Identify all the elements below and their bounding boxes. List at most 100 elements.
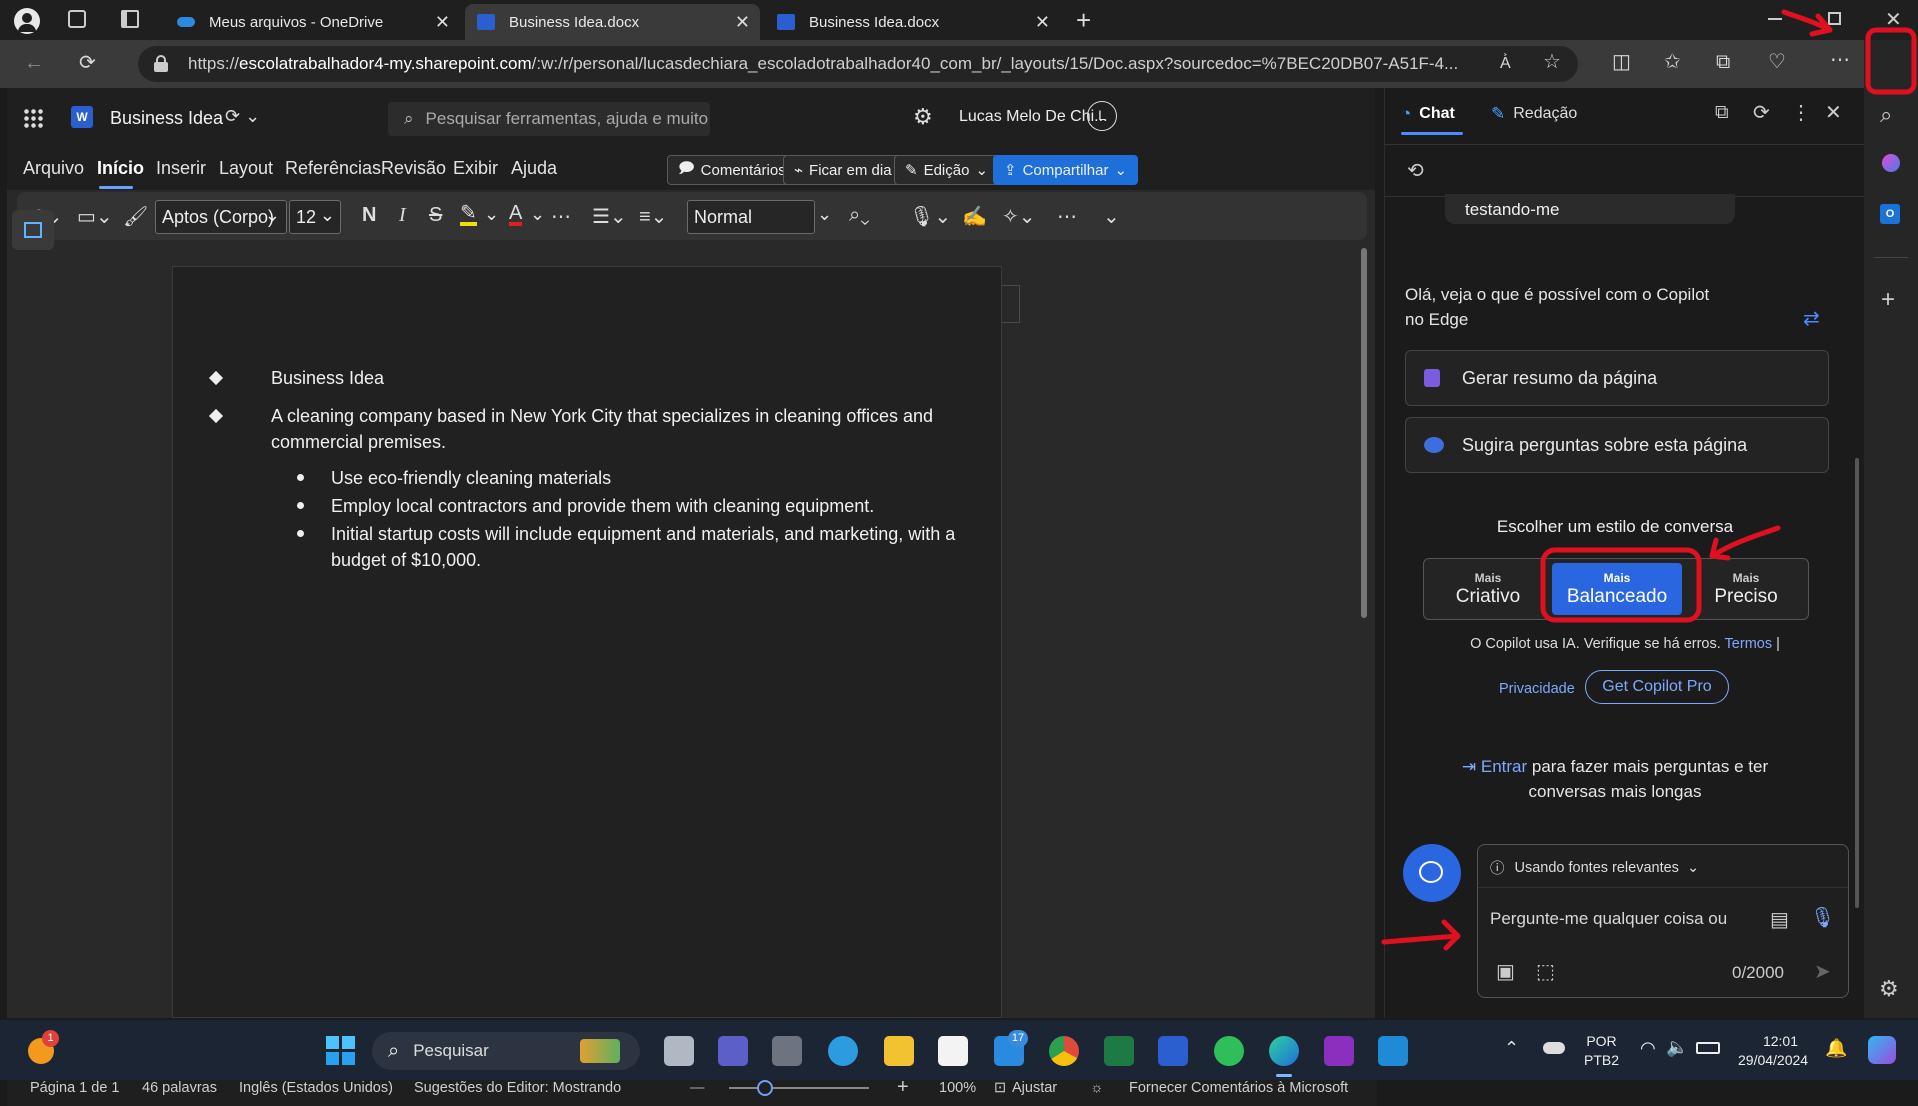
share-button[interactable]: ⇪ Compartilhar ⌄ [993, 155, 1139, 185]
tab-actions-icon[interactable] [121, 10, 139, 28]
sign-in-link[interactable]: Entrar [1481, 757, 1527, 776]
language-status[interactable]: Inglês (Estados Unidos) [239, 1080, 393, 1096]
app-launcher-icon[interactable] [23, 108, 43, 128]
notifications-bell-icon[interactable]: 🔔 [1825, 1038, 1847, 1059]
new-topic-button[interactable] [1403, 844, 1461, 902]
zoom-level[interactable]: 100% [939, 1080, 976, 1096]
microphone-icon[interactable]: 🎙 [1810, 905, 1835, 930]
close-tab-icon[interactable]: ✕ [1035, 12, 1050, 33]
fit-icon[interactable]: ⊡ [994, 1080, 1006, 1096]
chat-input-box[interactable]: ⓘ Usando fontes relevantes ⌄ Pergunte-me… [1477, 844, 1849, 998]
dictate-mic-icon[interactable]: 🎙⌄ [909, 204, 951, 229]
font-size-select[interactable]: 12 ⌄ [289, 200, 341, 234]
close-pane-icon[interactable]: ✕ [1825, 100, 1842, 125]
editor-icon[interactable]: ✍ [962, 204, 987, 229]
onenote-icon[interactable] [1324, 1036, 1354, 1066]
browser-essentials-icon[interactable]: ♡ [1768, 52, 1786, 72]
designer-icon[interactable]: ✧⌄ [1002, 204, 1036, 229]
file-explorer-icon[interactable] [884, 1036, 914, 1066]
read-aloud-icon[interactable]: A͐ [1500, 54, 1511, 74]
settings-gear-icon[interactable]: ⚙ [913, 104, 933, 130]
battery-icon[interactable] [1696, 1042, 1720, 1054]
sidebar-settings-icon[interactable]: ⚙ [1879, 976, 1899, 1002]
close-window-icon[interactable]: ✕ [1885, 7, 1902, 32]
editor-suggestions[interactable]: Sugestões do Editor: Mostrando [414, 1080, 621, 1096]
brightness-icon[interactable]: ☼ [1090, 1080, 1103, 1096]
edge-icon[interactable] [1269, 1036, 1299, 1066]
summarize-page-card[interactable]: Gerar resumo da página [1405, 350, 1829, 406]
word-taskbar-icon[interactable] [1158, 1036, 1188, 1066]
more-font-options-icon[interactable]: ⋯ [551, 204, 571, 229]
collections-icon[interactable]: ⧉ [1716, 52, 1730, 72]
tab-layout[interactable]: Layout [219, 158, 273, 179]
onedrive-tray-icon[interactable] [1543, 1042, 1565, 1054]
refresh-suggestions-icon[interactable]: ⇄ [1803, 306, 1820, 331]
volume-icon[interactable]: 🔈 [1666, 1037, 1688, 1058]
close-tab-icon[interactable]: ✕ [735, 12, 750, 33]
tab-compose[interactable]: ✎ Redação [1491, 104, 1577, 124]
screenshot-icon[interactable]: ⬚ [1536, 959, 1555, 984]
style-precise-button[interactable]: Mais Preciso [1682, 559, 1810, 619]
more-ribbon-icon[interactable]: ⋯ [1057, 204, 1077, 229]
highlight-icon[interactable]: ✎ [460, 203, 477, 226]
add-app-icon[interactable]: + [1881, 286, 1895, 314]
bold-button[interactable]: N [362, 204, 376, 227]
editing-mode-button[interactable]: ✎ Edição ⌄ [894, 155, 1000, 185]
open-in-new-tab-icon[interactable]: ⧉ [1715, 102, 1729, 124]
refresh-icon[interactable]: ⟳ [79, 53, 96, 73]
send-icon[interactable]: ➤ [1814, 959, 1831, 984]
whatsapp-icon[interactable] [1214, 1036, 1244, 1066]
zoom-out-button[interactable]: — [690, 1080, 705, 1096]
search-box[interactable]: ⌕ Pesquisar ferramentas, ajuda e muito m… [388, 102, 710, 136]
italic-button[interactable]: I [399, 204, 406, 227]
chevron-down-icon[interactable]: ⌄ [530, 204, 545, 225]
chrome-icon[interactable] [1049, 1036, 1079, 1066]
profile-avatar-icon[interactable] [14, 8, 40, 34]
more-options-icon[interactable]: ⋮ [1791, 100, 1811, 125]
chevron-down-icon[interactable]: ⌄ [484, 204, 499, 225]
start-button[interactable] [326, 1036, 356, 1066]
history-icon[interactable]: ⟲ [1407, 158, 1424, 183]
calculator-icon[interactable] [772, 1036, 802, 1066]
fit-button[interactable]: Ajustar [1012, 1080, 1057, 1096]
new-tab-icon[interactable]: + [1076, 5, 1091, 36]
tab-inicio[interactable]: Início [97, 158, 144, 179]
taskbar-search[interactable]: ⌕ Pesquisar [372, 1032, 640, 1070]
clock[interactable]: 12:01 29/04/2024 [1738, 1032, 1808, 1070]
tab-ajuda[interactable]: Ajuda [511, 158, 557, 179]
relevant-sources-toggle[interactable]: ⓘ Usando fontes relevantes ⌄ [1490, 857, 1699, 878]
style-balanced-button[interactable]: Mais Balanceado [1552, 563, 1682, 615]
close-tab-icon[interactable]: ✕ [435, 12, 450, 33]
excel-icon[interactable] [1104, 1036, 1134, 1066]
zoom-slider[interactable] [729, 1080, 869, 1096]
find-icon[interactable]: ⌕⌄ [849, 204, 870, 227]
document-page[interactable]: Business Idea A cleaning company based i… [172, 266, 1002, 1018]
expand-ribbon-icon[interactable]: ⌄ [1103, 204, 1120, 229]
doc-title[interactable]: Business Idea [110, 108, 223, 129]
search-icon[interactable]: ⌕ [1880, 102, 1892, 128]
align-icon[interactable]: ≡⌄ [639, 204, 667, 229]
tab-revisao[interactable]: Revisão [381, 158, 446, 179]
feedback-link[interactable]: Fornecer Comentários à Microsoft [1129, 1080, 1348, 1096]
tab-inserir[interactable]: Inserir [156, 158, 206, 179]
style-gallery-chevron-icon[interactable]: ⌄ [817, 204, 832, 225]
font-name-select[interactable]: Aptos (Corpo) ⌄ [155, 200, 287, 234]
address-bar[interactable]: https://escolatrabalhador4-my.sharepoint… [138, 46, 1578, 82]
copilot-app-icon[interactable] [1882, 154, 1900, 172]
style-select[interactable]: Normal [687, 200, 815, 234]
style-creative-button[interactable]: Mais Criativo [1424, 559, 1552, 619]
clipboard-icon[interactable]: ▭⌄ [77, 204, 113, 229]
user-avatar[interactable]: L [1087, 101, 1117, 131]
more-menu-icon[interactable]: ⋯ [1830, 50, 1850, 70]
tab-referencias[interactable]: Referências [285, 158, 381, 179]
back-icon[interactable]: ← [24, 53, 44, 73]
split-screen-icon[interactable]: ◫ [1612, 52, 1631, 72]
favorite-star-icon[interactable]: ☆ [1543, 52, 1561, 72]
zoom-slider-thumb[interactable] [757, 1080, 773, 1096]
word-count[interactable]: 46 palavras [142, 1080, 217, 1096]
tab-onedrive[interactable]: Meus arquivos - OneDrive ✕ [165, 4, 460, 40]
catch-up-button[interactable]: ⌁ Ficar em dia [783, 155, 903, 185]
format-painter-icon[interactable]: 🖌 [123, 204, 148, 229]
tab-business-idea[interactable]: Business Idea.docx ✕ [765, 4, 1060, 40]
page-context-icon[interactable]: ▤ [1770, 907, 1789, 932]
